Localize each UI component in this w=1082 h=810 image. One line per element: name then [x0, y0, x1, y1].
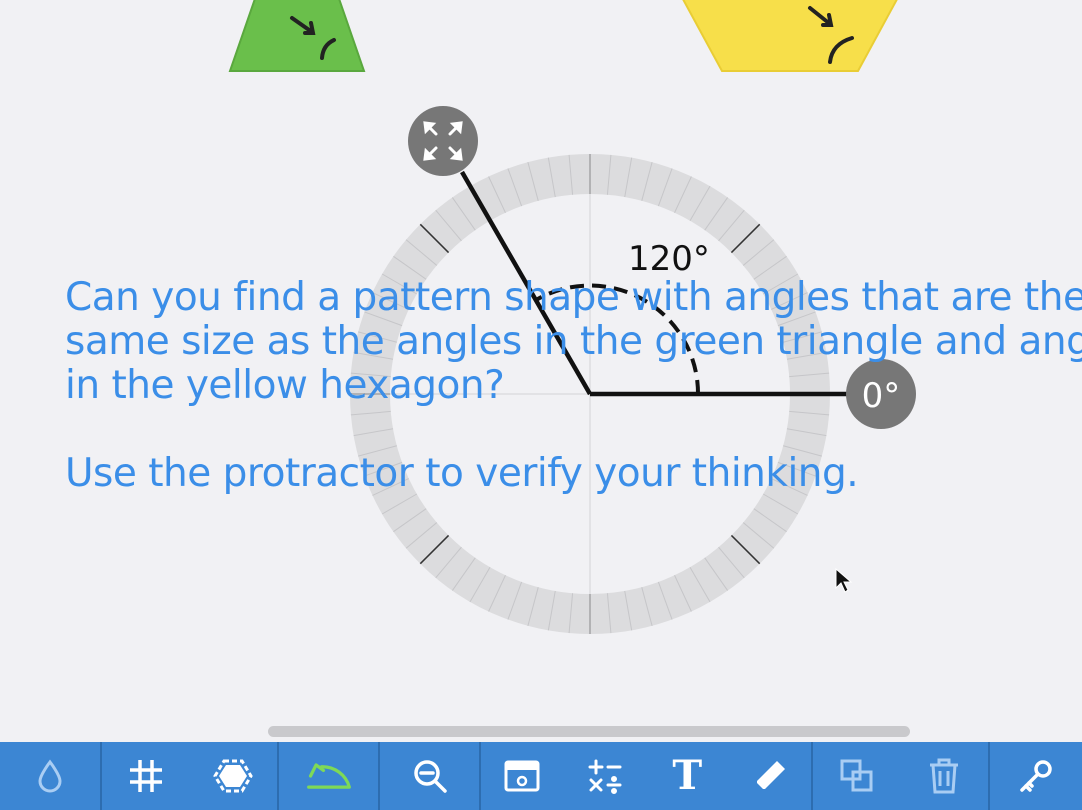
- prompt-line-3: in the yellow hexagon?: [65, 363, 505, 408]
- zoom-out-button[interactable]: [406, 752, 454, 800]
- protractor-icon: [306, 763, 351, 789]
- zoom-out-icon: [413, 760, 447, 793]
- zero-label: 0°: [862, 376, 901, 416]
- key-button[interactable]: [1012, 752, 1060, 800]
- color-tool-button[interactable]: [26, 752, 74, 800]
- mouse-cursor-icon: [835, 567, 853, 593]
- window-icon: [504, 760, 540, 792]
- angle-label: 120°: [628, 239, 710, 279]
- draw-tool-button[interactable]: [746, 752, 794, 800]
- math-symbols-icon: [588, 759, 622, 794]
- zero-handle[interactable]: 0°: [846, 359, 916, 429]
- green-triangle-shape[interactable]: [228, 0, 366, 72]
- text-tool-button[interactable]: T: [663, 752, 711, 800]
- operations-tool-button[interactable]: [581, 752, 629, 800]
- protractor-tool-button[interactable]: [305, 752, 353, 800]
- shapes-tool-button[interactable]: [209, 752, 257, 800]
- pencil-icon: [756, 761, 785, 789]
- move-handle[interactable]: [408, 106, 478, 176]
- trash-icon: [930, 758, 959, 794]
- text-icon: T: [672, 752, 703, 799]
- prompt-line-1: Can you find a pattern shape with angles…: [65, 275, 1082, 320]
- grid-tool-button[interactable]: [122, 752, 170, 800]
- key-icon: [1020, 760, 1052, 792]
- grid-icon: [129, 760, 162, 792]
- bottom-toolbar: T: [0, 742, 1082, 810]
- droplet-icon: [38, 759, 62, 793]
- delete-button[interactable]: [920, 752, 968, 800]
- hexagon-icon: [213, 759, 253, 793]
- prompt-line-4: Use the protractor to verify your thinki…: [65, 451, 859, 496]
- yellow-hexagon-shape[interactable]: [678, 0, 902, 72]
- horizontal-scrollbar[interactable]: [268, 726, 910, 737]
- duplicate-icon: [840, 759, 873, 792]
- prompt-line-2: same size as the angles in the green tri…: [65, 319, 1082, 364]
- duplicate-button[interactable]: [833, 752, 881, 800]
- window-tool-button[interactable]: [498, 752, 546, 800]
